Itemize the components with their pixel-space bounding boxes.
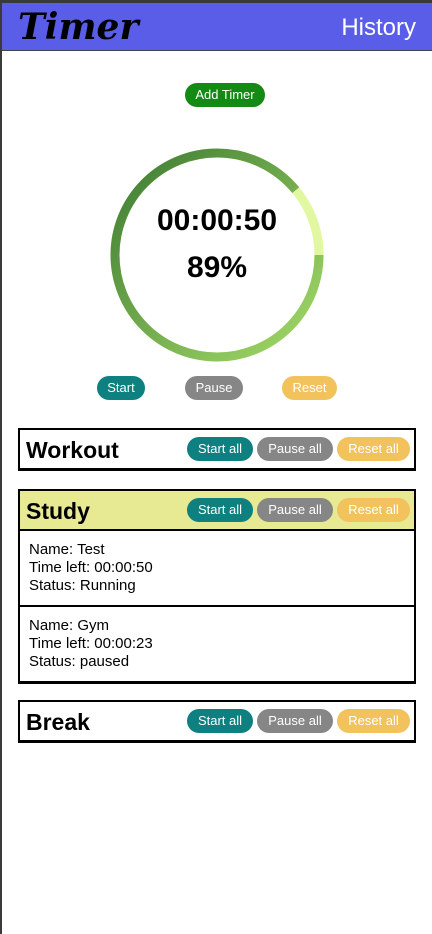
group-header: Study Start all Pause all Reset all bbox=[20, 491, 414, 531]
start-all-button[interactable]: Start all bbox=[187, 709, 253, 733]
group-header: Break Start all Pause all Reset all bbox=[20, 702, 414, 740]
group-break: Break Start all Pause all Reset all bbox=[18, 700, 416, 743]
window-frame-left bbox=[0, 0, 2, 934]
group-name: Workout bbox=[26, 437, 119, 463]
progress-percent: 89% bbox=[186, 251, 248, 284]
reset-all-button[interactable]: Reset all bbox=[337, 498, 410, 522]
add-timer-button[interactable]: Add Timer bbox=[185, 83, 265, 107]
group-name: Study bbox=[26, 498, 90, 524]
group-header: Workout Start all Pause all Reset all bbox=[20, 430, 414, 468]
timer-time-left: Time left: 00:00:23 bbox=[29, 635, 153, 652]
start-all-button[interactable]: Start all bbox=[187, 437, 253, 461]
group-workout: Workout Start all Pause all Reset all bbox=[18, 428, 416, 471]
history-link[interactable]: History bbox=[341, 13, 416, 43]
group-study: Study Start all Pause all Reset all Name… bbox=[18, 489, 416, 684]
timer-list-item[interactable]: Name: Gym Time left: 00:00:23 Status: pa… bbox=[20, 607, 414, 681]
pause-all-button[interactable]: Pause all bbox=[257, 709, 333, 733]
reset-button[interactable]: Reset bbox=[282, 376, 337, 400]
pause-all-button[interactable]: Pause all bbox=[257, 437, 333, 461]
app-header: Timer History bbox=[2, 3, 432, 51]
app-title: Timer bbox=[18, 6, 139, 48]
timer-time-left: Time left: 00:00:50 bbox=[29, 559, 153, 576]
pause-all-button[interactable]: Pause all bbox=[257, 498, 333, 522]
time-left-display: 00:00:50 bbox=[156, 204, 278, 237]
timer-name: Name: Test bbox=[29, 541, 105, 558]
timer-status: Status: Running bbox=[29, 577, 136, 594]
reset-all-button[interactable]: Reset all bbox=[337, 709, 410, 733]
start-button[interactable]: Start bbox=[97, 376, 145, 400]
reset-all-button[interactable]: Reset all bbox=[337, 437, 410, 461]
timer-name: Name: Gym bbox=[29, 617, 110, 634]
timer-list-item[interactable]: Name: Test Time left: 00:00:50 Status: R… bbox=[20, 531, 414, 607]
pause-button[interactable]: Pause bbox=[185, 376, 243, 400]
group-name: Break bbox=[26, 709, 90, 735]
timer-status: Status: paused bbox=[29, 653, 130, 670]
start-all-button[interactable]: Start all bbox=[187, 498, 253, 522]
